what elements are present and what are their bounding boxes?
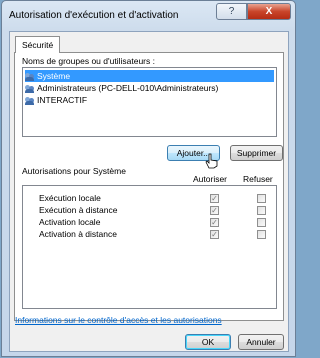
groups-listbox[interactable]: Système Administrateurs (PC-DELL-010\Adm… <box>22 67 277 137</box>
permission-label: Activation à distance <box>39 229 117 239</box>
allow-checkbox[interactable]: ✓ <box>210 194 219 203</box>
permission-row: Exécution locale ✓ <box>23 193 276 205</box>
allow-checkbox[interactable]: ✓ <box>210 206 219 215</box>
list-item-label: Système <box>37 71 71 81</box>
deny-checkbox[interactable] <box>257 206 266 215</box>
list-item-label: Administrateurs (PC-DELL-010\Administrat… <box>37 83 219 93</box>
close-button[interactable]: X <box>247 3 291 20</box>
allow-checkbox[interactable]: ✓ <box>210 218 219 227</box>
deny-checkbox[interactable] <box>257 230 266 239</box>
mouse-cursor-icon <box>205 153 218 169</box>
permissions-list: Exécution locale ✓ Exécution à distance … <box>22 185 277 309</box>
permissions-label: Autorisations pour Système <box>22 166 126 176</box>
window-title: Autorisation d'exécution et d'activation <box>9 10 179 21</box>
permission-row: Activation locale ✓ <box>23 217 276 229</box>
allow-column-header: Autoriser <box>193 174 228 184</box>
permission-label: Activation locale <box>39 217 101 227</box>
deny-checkbox[interactable] <box>257 194 266 203</box>
deny-column-header: Refuser <box>243 174 273 184</box>
list-item[interactable]: Administrateurs (PC-DELL-010\Administrat… <box>25 82 218 94</box>
permission-row: Exécution à distance ✓ <box>23 205 276 217</box>
checkmark-icon: ✓ <box>211 194 218 203</box>
list-item-label: INTERACTIF <box>37 95 88 105</box>
permission-row: Activation à distance ✓ <box>23 229 276 241</box>
remove-button-label: Supprimer <box>236 148 277 158</box>
cancel-button[interactable]: Annuler <box>238 334 284 350</box>
allow-checkbox[interactable]: ✓ <box>210 230 219 239</box>
users-icon <box>25 72 35 81</box>
checkmark-icon: ✓ <box>211 206 218 215</box>
users-icon <box>25 84 35 93</box>
dialog-window: Autorisation d'exécution et d'activation… <box>1 0 296 357</box>
checkmark-icon: ✓ <box>211 218 218 227</box>
list-item[interactable]: INTERACTIF <box>25 94 87 106</box>
permission-label: Exécution à distance <box>39 205 118 215</box>
groups-label: Noms de groupes ou d'utilisateurs : <box>22 56 155 66</box>
dialog-client: Sécurité Noms de groupes ou d'utilisateu… <box>9 31 289 352</box>
tab-security[interactable]: Sécurité <box>15 36 61 53</box>
checkmark-icon: ✓ <box>211 230 218 239</box>
access-control-help-link[interactable]: Informations sur le contrôle d'accès et … <box>15 315 222 325</box>
help-button[interactable]: ? <box>216 3 247 20</box>
deny-checkbox[interactable] <box>257 218 266 227</box>
permission-label: Exécution locale <box>39 193 101 203</box>
cancel-button-label: Annuler <box>246 337 276 347</box>
list-item[interactable]: Système <box>25 70 274 82</box>
title-bar[interactable]: Autorisation d'exécution et d'activation… <box>2 1 295 31</box>
users-icon <box>25 96 35 105</box>
security-panel: Noms de groupes ou d'utilisateurs : Syst… <box>14 52 284 321</box>
ok-button-label: OK <box>201 337 215 347</box>
close-icon: X <box>265 6 273 17</box>
remove-button[interactable]: Supprimer <box>230 145 283 161</box>
ok-button[interactable]: OK <box>185 334 231 350</box>
